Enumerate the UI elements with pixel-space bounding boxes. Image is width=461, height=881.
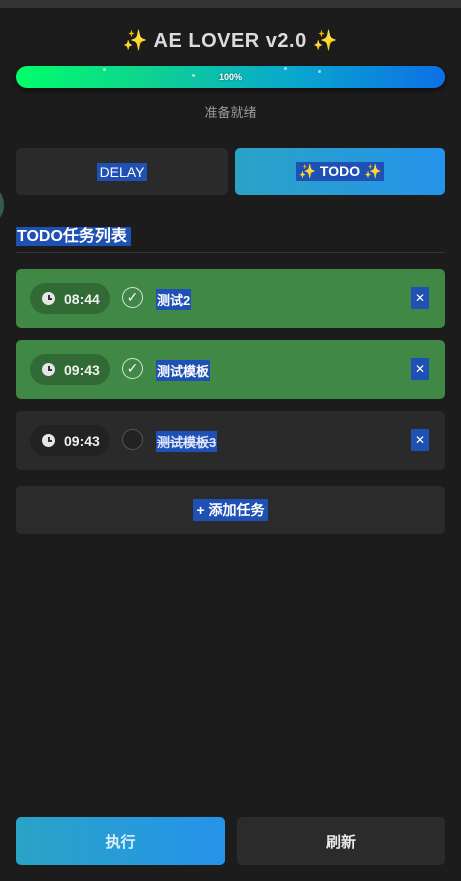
delete-task-button[interactable]: ✕ — [411, 287, 429, 309]
tab-todo[interactable]: ✨ TODO ✨ — [235, 148, 445, 195]
clock-icon — [42, 292, 55, 305]
execute-button[interactable]: 执行 — [16, 817, 225, 865]
progress-bar: 100% — [16, 66, 445, 88]
task-label: 测试模板3 — [156, 431, 218, 452]
progress-percent: 100% — [218, 72, 243, 82]
clock-icon — [42, 363, 55, 376]
tab-delay[interactable]: DELAY — [16, 148, 228, 195]
task-item[interactable]: 08:44 ✓ 测试2 ✕ — [16, 269, 445, 328]
tab-delay-label: DELAY — [96, 162, 148, 181]
delete-task-button[interactable]: ✕ — [411, 429, 429, 451]
time-pill[interactable]: 09:43 — [30, 354, 110, 385]
time-pill[interactable]: 09:43 — [30, 425, 110, 456]
divider — [16, 252, 445, 253]
time-pill[interactable]: 08:44 — [30, 283, 110, 314]
task-time: 09:43 — [64, 361, 100, 378]
task-checkbox[interactable]: ✓ — [122, 287, 143, 308]
clock-icon — [42, 434, 55, 447]
task-label: 测试2 — [156, 289, 192, 310]
status-text: 准备就绪 — [204, 105, 257, 120]
add-task-button[interactable]: + 添加任务 — [16, 486, 445, 534]
task-checkbox[interactable]: ✓ — [122, 358, 143, 379]
section-title-text: TODO任务列表 — [16, 227, 131, 246]
task-time: 09:43 — [64, 432, 100, 449]
window-top-strip — [0, 0, 461, 8]
task-label: 测试模板 — [156, 360, 211, 381]
task-time: 08:44 — [64, 290, 100, 307]
task-item[interactable]: 09:43 测试模板3 ✕ — [16, 411, 445, 470]
refresh-button[interactable]: 刷新 — [237, 817, 445, 865]
task-item[interactable]: 09:43 ✓ 测试模板 ✕ — [16, 340, 445, 399]
app-title: ✨ AE LOVER v2.0 ✨ — [122, 30, 339, 52]
tab-todo-label: ✨ TODO ✨ — [295, 162, 385, 181]
add-task-label: + 添加任务 — [193, 499, 268, 521]
side-handle[interactable] — [0, 190, 4, 220]
task-checkbox[interactable] — [122, 429, 143, 450]
section-title: TODO任务列表 — [16, 222, 131, 246]
delete-task-button[interactable]: ✕ — [411, 358, 429, 380]
